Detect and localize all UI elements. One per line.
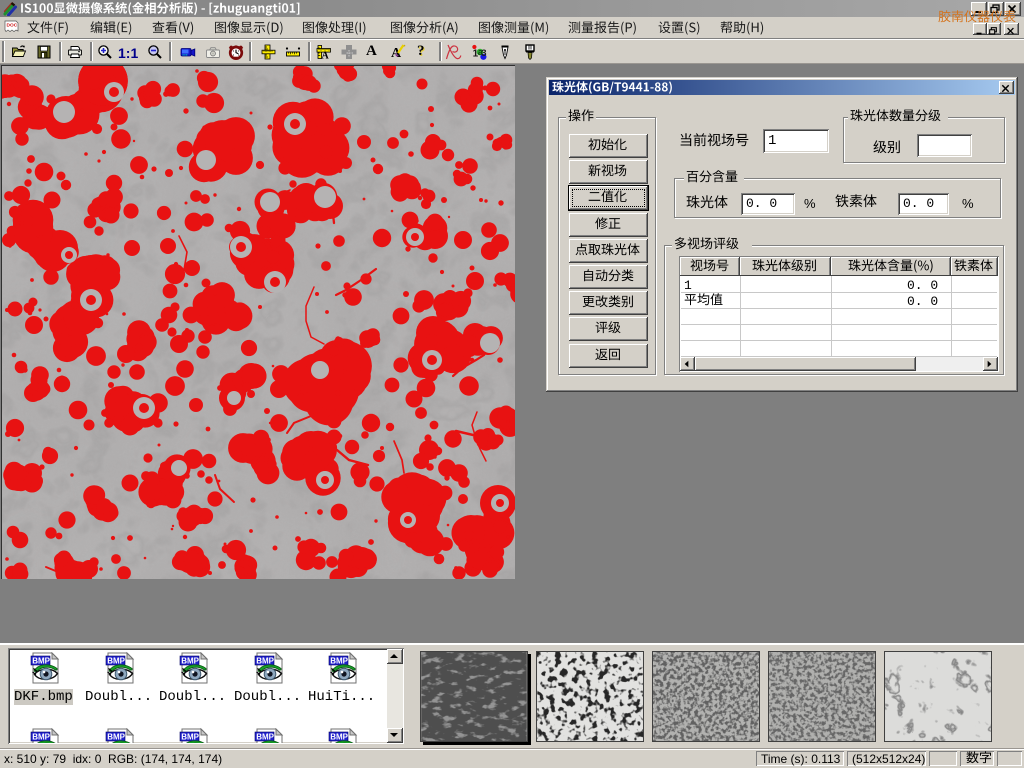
svg-text:DOC: DOC	[7, 23, 18, 29]
svg-text:BMP: BMP	[181, 733, 199, 742]
svg-text:A: A	[322, 51, 330, 61]
svg-text:BMP: BMP	[330, 657, 348, 666]
svg-text:BMP: BMP	[32, 657, 50, 666]
svg-text:BMP: BMP	[181, 657, 199, 666]
svg-text:BMP: BMP	[107, 657, 125, 666]
svg-text:BMP: BMP	[330, 733, 348, 742]
svg-text:3: 3	[481, 48, 486, 59]
svg-text:BMP: BMP	[256, 733, 274, 742]
svg-text:BMP: BMP	[32, 733, 50, 742]
svg-text:BMP: BMP	[107, 733, 125, 742]
svg-text:BMP: BMP	[256, 657, 274, 666]
